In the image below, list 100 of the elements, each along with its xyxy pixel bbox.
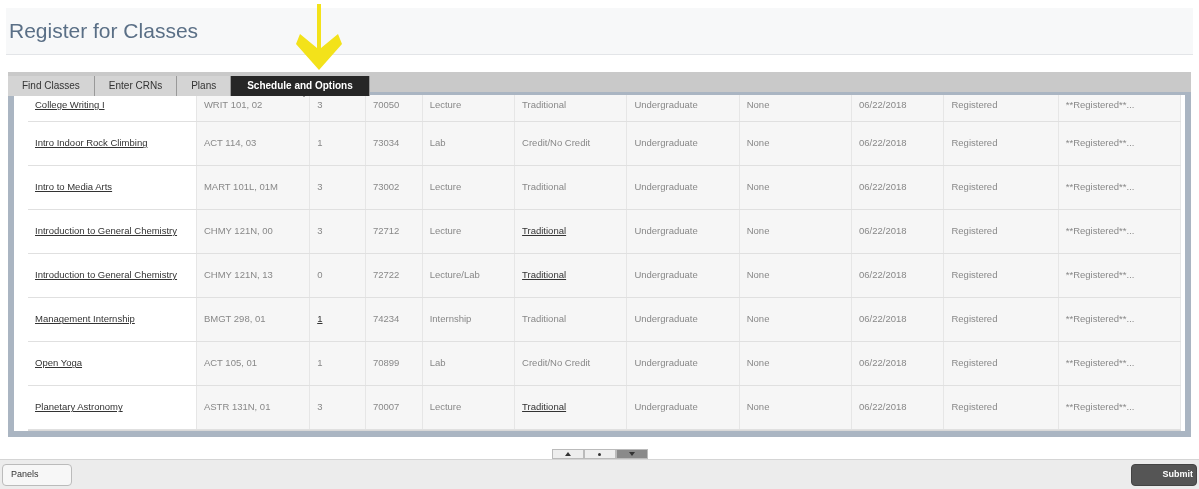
tab[interactable]: Enter CRNs [94,75,178,96]
table-cell-text: 70050 [372,98,400,112]
table-cell-text: None [746,98,770,112]
tab[interactable]: Plans [177,75,232,96]
table-cell-text: Lecture [429,98,462,112]
table-cell: 1 [317,136,323,151]
table-cell: **Registered**... [1065,180,1135,195]
table-cell: Undergraduate [634,180,698,195]
table-link[interactable]: Intro Indoor Rock Climbing [35,136,148,151]
up-arrow-icon [564,452,571,456]
table-link[interactable]: Open Yoga [35,356,83,371]
table-cell: Registered [951,224,998,239]
table-cell: 73034 [372,136,400,151]
table-cell: 73002 [372,180,400,195]
table-cell: CHMY 121N, 00 [203,224,273,239]
table-cell-text: Undergraduate [634,98,698,112]
table-link[interactable]: Intro to Media Arts [35,180,113,195]
table-cell-text: Registered [951,98,998,112]
table-cell: Undergraduate [634,356,698,371]
table-link[interactable]: Management Internship [35,312,135,327]
table-cell: 3 [317,180,323,195]
table-cell: 0 [317,268,323,283]
tab[interactable]: Schedule and Options [231,75,370,96]
arrow-icon [294,4,344,70]
page-title: Register for Classes [9,18,199,45]
table-link[interactable]: Introduction to General Chemistry [35,268,178,283]
table-cell: **Registered**... [1065,268,1135,283]
table-cell: None [746,268,770,283]
table-cell: **Registered**... [1065,400,1135,415]
table-link[interactable]: Planetary Astronomy [35,400,123,415]
table-cell: 06/22/2018 [859,400,907,415]
table-cell: Traditional [522,312,567,327]
dot-icon [598,452,601,456]
table-cell: 74234 [372,312,400,327]
panels-button[interactable]: Panels [2,463,72,486]
table-cell: ACT 114, 03 [203,136,257,151]
table-cell: None [746,400,770,415]
table-cell: 06/22/2018 [859,224,907,239]
table-link[interactable]: Traditional [522,224,567,239]
table-cell: **Registered**... [1065,312,1135,327]
table-cell-text: 3 [317,98,323,112]
table-cell: Lab [429,356,446,371]
table-cell: Internship [429,312,472,327]
table-cell: 06/22/2018 [859,356,907,371]
table-cell: None [746,224,770,239]
table-cell: Credit/No Credit [522,136,591,151]
table-cell-text: **Registered**... [1065,98,1135,112]
table-cell: None [746,136,770,151]
tab[interactable]: Find Classes [8,75,95,96]
table-cell: Undergraduate [634,136,698,151]
table-cell: None [746,180,770,195]
table-cell: Registered [951,268,998,283]
pager-button[interactable] [615,449,648,459]
table-link[interactable]: 1 [317,312,323,327]
table-cell: 72722 [372,268,400,283]
table-cell: Undergraduate [634,312,698,327]
table-cell: Registered [951,312,998,327]
table-cell: Traditional [522,180,567,195]
table-link[interactable]: Traditional [522,400,567,415]
table-cell: 70899 [372,356,400,371]
table-cell: Registered [951,400,998,415]
table-cell: 06/22/2018 [859,312,907,327]
table-cell: 1 [317,356,323,371]
table-cell: ASTR 131N, 01 [203,400,271,415]
table-cell: Credit/No Credit [522,356,591,371]
table-cell: 3 [317,400,323,415]
table-cell: ACT 105, 01 [203,356,258,371]
table-cell: None [746,356,770,371]
table-cell: Undergraduate [634,268,698,283]
table-cell-text: 06/22/2018 [859,98,907,112]
table-cell: Lab [429,136,446,151]
table-cell: Lecture/Lab [429,268,480,283]
table-cell: Undergraduate [634,224,698,239]
table-cell: 70007 [372,400,400,415]
table-link[interactable]: Introduction to General Chemistry [35,224,178,239]
table-cell: Undergraduate [634,400,698,415]
table-cell-text: Traditional [522,98,567,112]
table-cell: CHMY 121N, 13 [203,268,273,283]
table-cell: Lecture [429,180,462,195]
submit-button[interactable]: Submit [1131,463,1197,486]
table-cell: None [746,312,770,327]
table-cell: **Registered**... [1065,224,1135,239]
table-cell: Lecture [429,224,462,239]
table-link[interactable]: College Writing I [35,98,105,113]
table-cell: Lecture [429,400,462,415]
table-cell: MART 101L, 01M [203,180,278,195]
table-cell: 72712 [372,224,400,239]
table-cell: Registered [951,356,998,371]
table-cell: 3 [317,224,323,239]
table-cell: BMGT 298, 01 [203,312,266,327]
table-cell: 06/22/2018 [859,180,907,195]
table-cell: 06/22/2018 [859,268,907,283]
down-arrow-icon [628,452,635,456]
table-cell: **Registered**... [1065,136,1135,151]
table-cell: Registered [951,180,998,195]
table-cell-text: WRIT 101, 02 [203,98,263,112]
table-link[interactable]: Traditional [522,268,567,283]
table-cell: Registered [951,136,998,151]
pager-button[interactable] [551,449,584,459]
table-cell: **Registered**... [1065,356,1135,371]
